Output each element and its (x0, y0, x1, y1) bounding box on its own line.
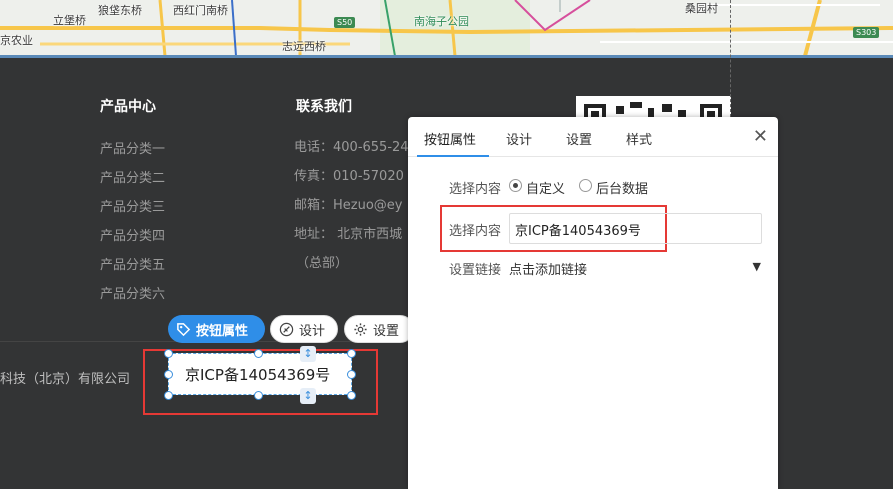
radio-custom-label[interactable]: 自定义 (526, 178, 565, 197)
properties-panel: 按钮属性 设计 设置 样式 ✕ 选择内容 自定义 后台数据 选择内容 京ICP备… (408, 117, 778, 489)
tab-button-properties[interactable]: 按钮属性 (424, 129, 476, 148)
radio-backend-data[interactable] (579, 179, 592, 192)
panel-tabs: 按钮属性 设计 设置 样式 ✕ (408, 117, 778, 157)
map-label: 狼垡东桥 (98, 4, 142, 17)
close-icon[interactable]: ✕ (753, 126, 768, 147)
tab-settings[interactable]: 设置 (566, 129, 592, 148)
contact-email: 邮箱：Hezuo@ey (294, 198, 403, 213)
design-label: 设计 (299, 323, 326, 339)
icp-text: 京ICP备14054369号 (185, 365, 331, 384)
footer-link[interactable]: 产品分类一 (100, 138, 165, 157)
button-properties-label: 按钮属性 (196, 323, 249, 339)
tab-style[interactable]: 样式 (626, 129, 652, 148)
gear-icon (353, 322, 368, 337)
footer-column-title: 联系我们 (296, 99, 352, 115)
footer-link[interactable]: 产品分类五 (100, 254, 165, 273)
active-tab-indicator (417, 155, 489, 157)
content-input-label: 选择内容 (449, 224, 502, 239)
footer-link[interactable]: 产品分类四 (100, 225, 165, 244)
footer-column-title: 产品中心 (100, 99, 156, 115)
road-badge: S303 (853, 27, 880, 38)
map-label: 京农业 (0, 34, 33, 47)
resize-handle[interactable] (347, 391, 356, 400)
contact-address: 地址： 北京市西城 (294, 227, 403, 242)
map-label: 志远西桥 (282, 40, 326, 53)
resize-handle[interactable] (254, 349, 263, 358)
footer-link[interactable]: 产品分类二 (100, 167, 165, 186)
caret-down-icon[interactable]: ▼ (753, 260, 761, 273)
resize-handle[interactable] (347, 349, 356, 358)
button-properties-button[interactable]: 按钮属性 (168, 315, 265, 343)
contact-fax: 传真：010-57020 (294, 169, 404, 184)
resize-handle[interactable] (164, 370, 173, 379)
resize-handle[interactable] (254, 391, 263, 400)
guide-line (730, 0, 731, 117)
design-icon (279, 322, 294, 337)
footer-link[interactable]: 产品分类三 (100, 196, 165, 215)
map-label: 西红门南桥 (173, 4, 228, 17)
tab-design[interactable]: 设计 (506, 129, 532, 148)
map-label: 桑园村 (685, 2, 718, 15)
tag-icon (176, 322, 191, 337)
radio-backend-data-label[interactable]: 后台数据 (596, 178, 648, 197)
radio-custom[interactable] (509, 179, 522, 192)
content-input[interactable]: 京ICP备14054369号 (509, 213, 762, 244)
map-label: 立堡桥 (53, 14, 86, 27)
map-strip: 立堡桥 狼垡东桥 西红门南桥 南海子公园 桑园村 京农业 志远西桥 S50 S3… (0, 0, 893, 56)
company-name: 科技（北京）有限公司 (0, 372, 131, 387)
contact-phone: 电话：400-655-24 (294, 140, 409, 155)
map-label: 南海子公园 (414, 15, 469, 28)
road-badge: S50 (334, 17, 356, 28)
resize-handle[interactable] (164, 349, 173, 358)
select-content-label: 选择内容 (449, 182, 502, 197)
settings-label: 设置 (373, 323, 400, 339)
design-button[interactable]: 设计 (270, 315, 338, 343)
resize-handle[interactable] (164, 391, 173, 400)
resize-handle[interactable] (347, 370, 356, 379)
link-label: 设置链接 (449, 263, 502, 278)
settings-button[interactable]: 设置 (344, 315, 414, 343)
resize-vertical-icon[interactable]: ↕ (300, 346, 316, 362)
contact-address-note: （总部） (296, 256, 349, 271)
add-link-dropdown[interactable]: 点击添加链接 (509, 259, 587, 278)
selected-icp-button[interactable]: 京ICP备14054369号 (168, 353, 352, 395)
resize-vertical-icon[interactable]: ↕ (300, 388, 316, 404)
footer-link[interactable]: 产品分类六 (100, 283, 165, 302)
